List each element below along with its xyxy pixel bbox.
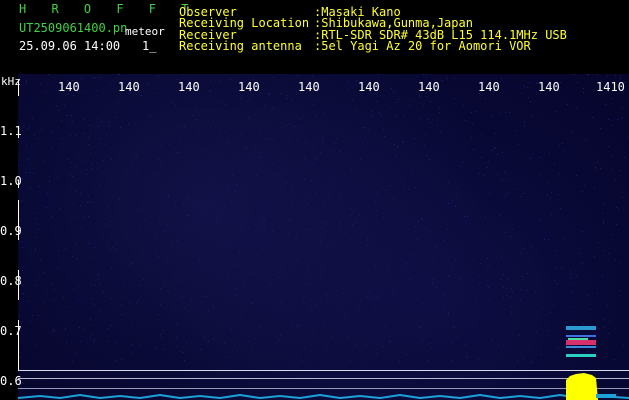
left-axis-ticks [18,80,19,370]
signal-peak [566,373,616,400]
noise-floor [17,393,629,400]
signal-overlay [17,80,629,400]
meteor-echo [566,326,596,357]
